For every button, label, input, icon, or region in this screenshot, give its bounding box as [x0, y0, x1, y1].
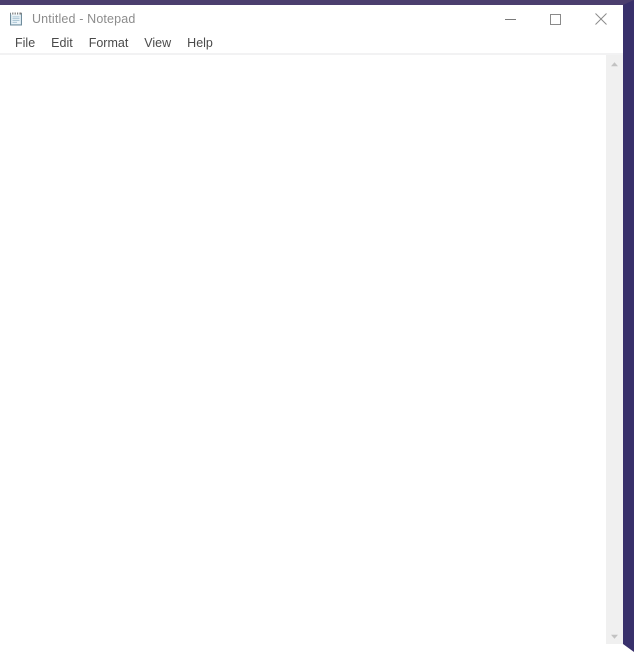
close-button[interactable] [578, 5, 623, 33]
scrollbar-track[interactable] [606, 72, 623, 627]
menu-item-file[interactable]: File [7, 34, 43, 52]
vertical-scrollbar[interactable] [606, 55, 623, 644]
scroll-down-button[interactable] [606, 627, 623, 644]
menu-item-edit[interactable]: Edit [43, 34, 81, 52]
chevron-up-icon [610, 55, 619, 73]
menubar: File Edit Format View Help [0, 33, 623, 55]
notepad-window: Untitled - Notepad File Edit Format View… [0, 0, 634, 652]
close-icon [594, 13, 607, 25]
titlebar[interactable]: Untitled - Notepad [0, 5, 623, 33]
scroll-up-button[interactable] [606, 55, 623, 72]
maximize-button[interactable] [533, 5, 578, 33]
minimize-button[interactable] [488, 5, 533, 33]
window-controls [488, 5, 623, 33]
window-title: Untitled - Notepad [32, 12, 136, 26]
maximize-icon [550, 13, 561, 25]
chevron-down-icon [610, 627, 619, 645]
notepad-icon [8, 11, 24, 27]
menu-item-format[interactable]: Format [81, 34, 137, 52]
minimize-icon [505, 14, 516, 25]
menu-item-view[interactable]: View [136, 34, 179, 52]
text-editor-area[interactable] [0, 55, 606, 644]
text-input[interactable] [0, 55, 606, 644]
client-area [0, 55, 623, 644]
menu-item-help[interactable]: Help [179, 34, 221, 52]
